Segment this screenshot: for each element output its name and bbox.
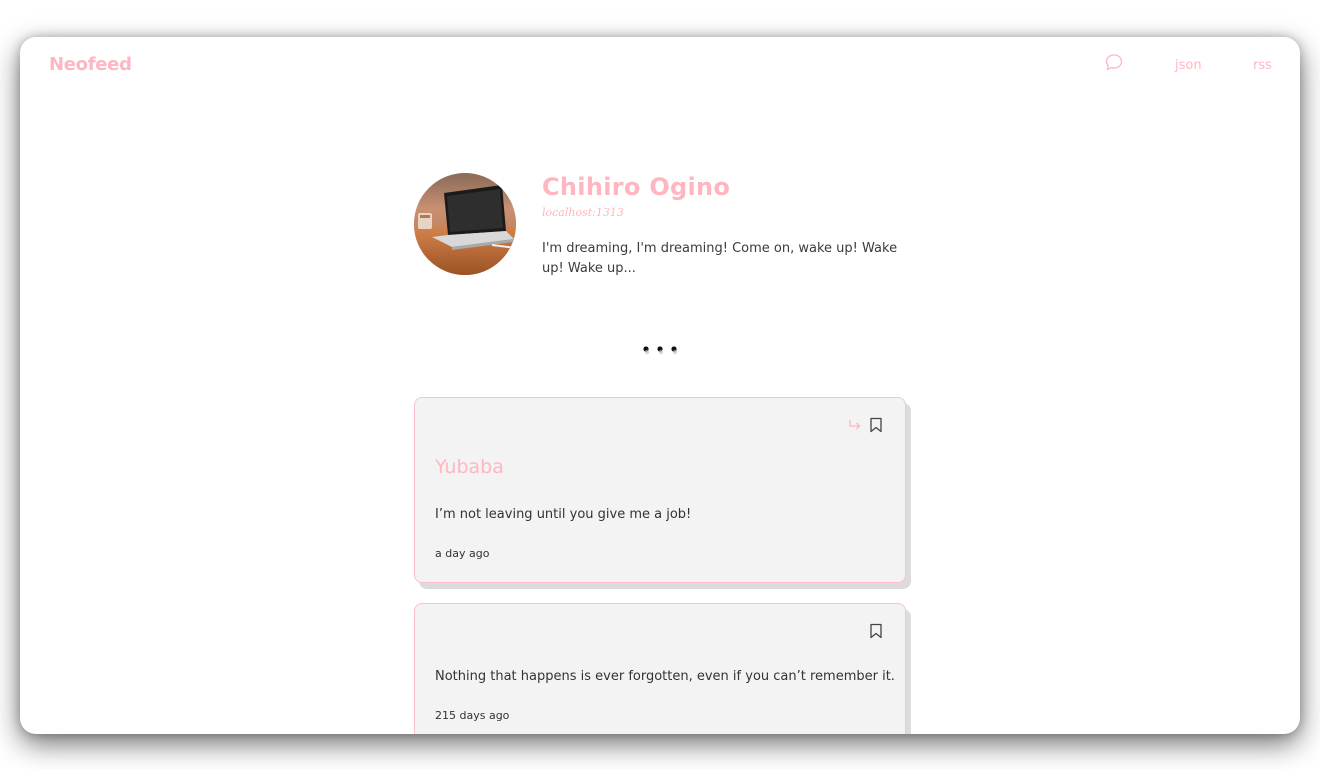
avatar (414, 173, 516, 275)
post-card: Yubaba I’m not leaving until you give me… (414, 397, 906, 583)
app-window: Neofeed json rss Chihiro Ogino localhost… (20, 37, 1300, 734)
bookmark-icon[interactable] (869, 417, 883, 437)
brand-logo-link[interactable]: Neofeed (49, 54, 132, 75)
post-author[interactable]: Yubaba (435, 456, 504, 478)
reply-arrow-icon[interactable] (847, 417, 863, 437)
bookmark-icon[interactable] (869, 623, 883, 643)
post-time[interactable]: 215 days ago (435, 709, 509, 722)
post-time[interactable]: a day ago (435, 547, 489, 560)
post-text: I’m not leaving until you give me a job! (435, 507, 692, 522)
chat-bubble-icon[interactable] (1103, 52, 1125, 74)
profile-bio: I'm dreaming, I'm dreaming! Come on, wak… (542, 241, 898, 276)
profile-section: Chihiro Ogino localhost:1313 I'm dreamin… (414, 173, 914, 293)
nav-json-link[interactable]: json (1175, 58, 1202, 73)
profile-host[interactable]: localhost:1313 (542, 206, 624, 219)
post-text: Nothing that happens is ever forgotten, … (435, 669, 895, 684)
profile-name: Chihiro Ogino (542, 173, 731, 201)
ellipsis-icon (640, 342, 680, 358)
card-actions (847, 417, 883, 437)
post-card: Nothing that happens is ever forgotten, … (414, 603, 906, 734)
card-actions (869, 623, 883, 643)
nav-rss-link[interactable]: rss (1253, 58, 1272, 73)
